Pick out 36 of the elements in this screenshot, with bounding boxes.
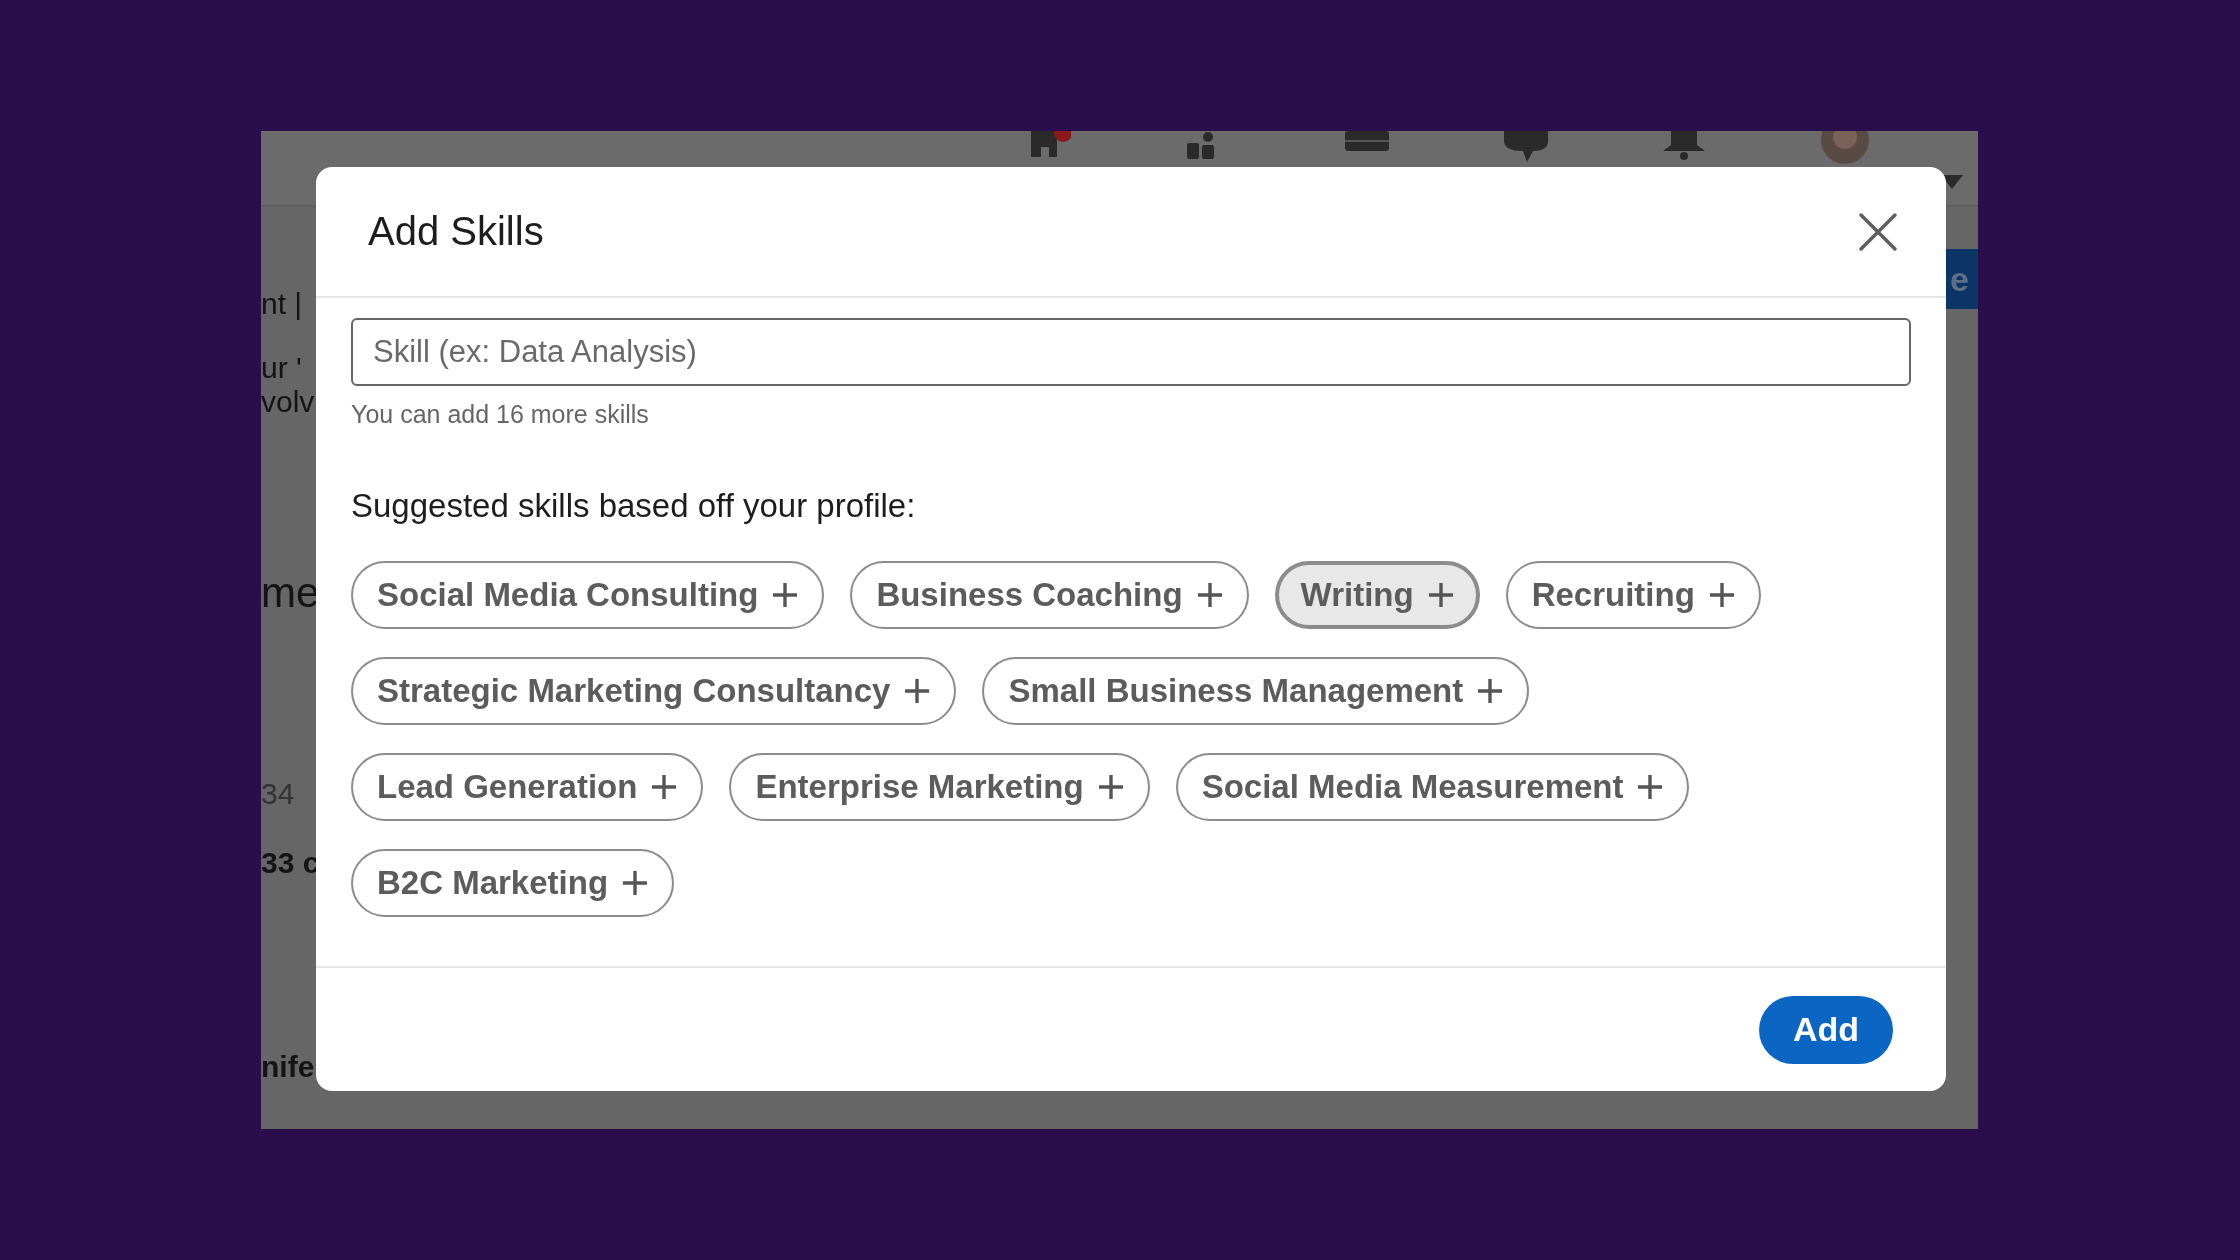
skill-chip[interactable]: Social Media Consulting [351, 561, 825, 629]
plus-icon [1427, 582, 1454, 608]
skill-chip[interactable]: Writing [1274, 561, 1480, 629]
skill-chip[interactable]: Enterprise Marketing [729, 753, 1150, 821]
bell-icon[interactable] [1661, 131, 1707, 161]
skill-chip[interactable]: Business Coaching [850, 561, 1249, 629]
avatar-icon[interactable] [1819, 131, 1870, 165]
page-text: volv [261, 385, 316, 419]
skill-chip[interactable]: Lead Generation [351, 753, 704, 821]
plus-icon [904, 678, 931, 704]
page-text: nife [261, 1050, 316, 1084]
plus-icon [1097, 774, 1124, 800]
people-icon[interactable] [1185, 131, 1216, 161]
plus-icon [1196, 582, 1223, 608]
skill-chip[interactable]: Small Business Management [982, 657, 1530, 725]
close-icon[interactable] [1858, 211, 1898, 252]
plus-icon [1477, 678, 1504, 704]
plus-icon [651, 774, 678, 800]
plus-icon [1637, 774, 1664, 800]
add-button[interactable]: Add [1758, 995, 1893, 1064]
skill-input-field[interactable]: Skill (ex: Data Analysis) [351, 318, 1911, 386]
dialog-title: Add Skills [368, 209, 544, 254]
skill-chip[interactable]: Strategic Marketing Consultancy [351, 657, 957, 725]
skill-chip[interactable]: Social Media Measurement [1175, 753, 1690, 821]
plus-icon [1708, 582, 1735, 608]
plus-icon [622, 870, 649, 896]
plus-icon [772, 582, 799, 608]
briefcase-icon[interactable] [1344, 131, 1390, 153]
page-text: me [261, 569, 321, 617]
skill-chip[interactable]: B2C Marketing [351, 849, 675, 917]
chat-icon[interactable] [1502, 131, 1549, 163]
skill-chip[interactable]: Recruiting [1505, 561, 1761, 629]
page-text: nt | [261, 287, 304, 321]
suggestions-heading: Suggested skills based off your profile: [351, 487, 917, 525]
helper-text: You can add 16 more skills [351, 400, 650, 429]
page-text: ur ' [261, 351, 303, 385]
